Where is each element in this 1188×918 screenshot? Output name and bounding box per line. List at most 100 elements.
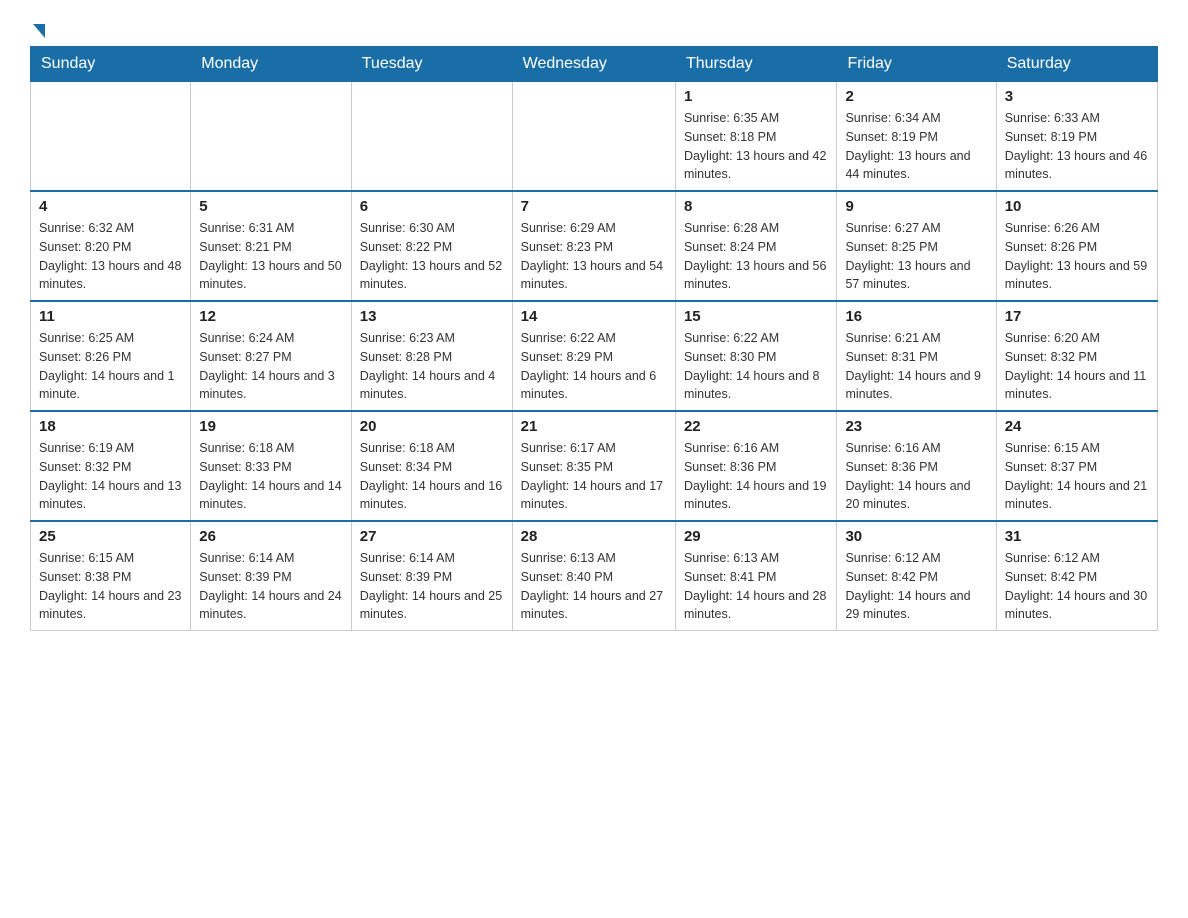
day-info: Sunrise: 6:17 AMSunset: 8:35 PMDaylight:…: [521, 439, 667, 514]
day-number: 7: [521, 198, 667, 215]
day-number: 25: [39, 528, 182, 545]
day-number: 27: [360, 528, 504, 545]
calendar-cell: [31, 82, 191, 192]
day-number: 16: [845, 308, 987, 325]
day-info: Sunrise: 6:13 AMSunset: 8:41 PMDaylight:…: [684, 549, 829, 624]
day-number: 20: [360, 418, 504, 435]
column-header-saturday: Saturday: [996, 47, 1157, 82]
calendar-cell: 28 Sunrise: 6:13 AMSunset: 8:40 PMDayligh…: [512, 521, 675, 631]
logo: [30, 20, 45, 36]
day-number: 17: [1005, 308, 1149, 325]
page-header: [30, 20, 1158, 36]
calendar-cell: 19Sunrise: 6:18 AMSunset: 8:33 PMDayligh…: [191, 411, 352, 521]
calendar-cell: 10Sunrise: 6:26 AMSunset: 8:26 PMDayligh…: [996, 191, 1157, 301]
day-number: 6: [360, 198, 504, 215]
calendar-week-3: 11 Sunrise: 6:25 AMSunset: 8:26 PMDayligh…: [31, 301, 1158, 411]
day-info: Sunrise: 6:14 AMSunset: 8:39 PMDaylight:…: [199, 549, 343, 624]
day-info: Sunrise: 6:34 AMSunset: 8:19 PMDaylight:…: [845, 109, 987, 184]
day-number: 3: [1005, 88, 1149, 105]
calendar-cell: 31 Sunrise: 6:12 AMSunset: 8:42 PMDayligh…: [996, 521, 1157, 631]
calendar-table: SundayMondayTuesdayWednesdayThursdayFrid…: [30, 46, 1158, 631]
column-header-thursday: Thursday: [675, 47, 837, 82]
day-info: Sunrise: 6:25 AMSunset: 8:26 PMDaylight:…: [39, 329, 182, 404]
day-number: 23: [845, 418, 987, 435]
day-info: Sunrise: 6:23 AMSunset: 8:28 PMDaylight:…: [360, 329, 504, 404]
calendar-cell: 22 Sunrise: 6:16 AMSunset: 8:36 PMDayligh…: [675, 411, 837, 521]
day-info: Sunrise: 6:35 AMSunset: 8:18 PMDaylight:…: [684, 109, 829, 184]
day-info: Sunrise: 6:33 AMSunset: 8:19 PMDaylight:…: [1005, 109, 1149, 184]
day-info: Sunrise: 6:15 AMSunset: 8:37 PMDaylight:…: [1005, 439, 1149, 514]
calendar-cell: 18Sunrise: 6:19 AMSunset: 8:32 PMDayligh…: [31, 411, 191, 521]
day-info: Sunrise: 6:30 AMSunset: 8:22 PMDaylight:…: [360, 219, 504, 294]
day-number: 29: [684, 528, 829, 545]
day-number: 30: [845, 528, 987, 545]
calendar-cell: 11 Sunrise: 6:25 AMSunset: 8:26 PMDayligh…: [31, 301, 191, 411]
calendar-cell: 7 Sunrise: 6:29 AMSunset: 8:23 PMDaylight…: [512, 191, 675, 301]
calendar-cell: 13 Sunrise: 6:23 AMSunset: 8:28 PMDayligh…: [351, 301, 512, 411]
day-number: 11: [39, 308, 182, 325]
calendar-cell: 26 Sunrise: 6:14 AMSunset: 8:39 PMDayligh…: [191, 521, 352, 631]
column-header-friday: Friday: [837, 47, 996, 82]
day-info: Sunrise: 6:12 AMSunset: 8:42 PMDaylight:…: [845, 549, 987, 624]
calendar-cell: [191, 82, 352, 192]
calendar-cell: 12Sunrise: 6:24 AMSunset: 8:27 PMDayligh…: [191, 301, 352, 411]
column-header-sunday: Sunday: [31, 47, 191, 82]
calendar-week-5: 25 Sunrise: 6:15 AMSunset: 8:38 PMDayligh…: [31, 521, 1158, 631]
day-number: 26: [199, 528, 343, 545]
day-info: Sunrise: 6:12 AMSunset: 8:42 PMDaylight:…: [1005, 549, 1149, 624]
column-header-tuesday: Tuesday: [351, 47, 512, 82]
day-number: 13: [360, 308, 504, 325]
day-info: Sunrise: 6:28 AMSunset: 8:24 PMDaylight:…: [684, 219, 829, 294]
calendar-cell: 30 Sunrise: 6:12 AMSunset: 8:42 PMDayligh…: [837, 521, 996, 631]
day-number: 31: [1005, 528, 1149, 545]
day-number: 9: [845, 198, 987, 215]
day-info: Sunrise: 6:16 AMSunset: 8:36 PMDaylight:…: [684, 439, 829, 514]
calendar-cell: 21 Sunrise: 6:17 AMSunset: 8:35 PMDayligh…: [512, 411, 675, 521]
calendar-cell: 14 Sunrise: 6:22 AMSunset: 8:29 PMDayligh…: [512, 301, 675, 411]
day-number: 1: [684, 88, 829, 105]
day-info: Sunrise: 6:24 AMSunset: 8:27 PMDaylight:…: [199, 329, 343, 404]
column-header-monday: Monday: [191, 47, 352, 82]
day-number: 2: [845, 88, 987, 105]
day-number: 18: [39, 418, 182, 435]
calendar-cell: 17 Sunrise: 6:20 AMSunset: 8:32 PMDayligh…: [996, 301, 1157, 411]
day-number: 21: [521, 418, 667, 435]
calendar-cell: 23 Sunrise: 6:16 AMSunset: 8:36 PMDayligh…: [837, 411, 996, 521]
day-number: 22: [684, 418, 829, 435]
day-info: Sunrise: 6:18 AMSunset: 8:34 PMDaylight:…: [360, 439, 504, 514]
calendar-cell: 29 Sunrise: 6:13 AMSunset: 8:41 PMDayligh…: [675, 521, 837, 631]
calendar-cell: 16 Sunrise: 6:21 AMSunset: 8:31 PMDayligh…: [837, 301, 996, 411]
calendar-cell: 1 Sunrise: 6:35 AMSunset: 8:18 PMDaylight…: [675, 82, 837, 192]
day-number: 8: [684, 198, 829, 215]
day-info: Sunrise: 6:13 AMSunset: 8:40 PMDaylight:…: [521, 549, 667, 624]
calendar-cell: 20 Sunrise: 6:18 AMSunset: 8:34 PMDayligh…: [351, 411, 512, 521]
day-number: 14: [521, 308, 667, 325]
day-number: 5: [199, 198, 343, 215]
day-info: Sunrise: 6:22 AMSunset: 8:29 PMDaylight:…: [521, 329, 667, 404]
day-number: 10: [1005, 198, 1149, 215]
day-number: 15: [684, 308, 829, 325]
day-info: Sunrise: 6:31 AMSunset: 8:21 PMDaylight:…: [199, 219, 343, 294]
day-number: 24: [1005, 418, 1149, 435]
calendar-cell: 4Sunrise: 6:32 AMSunset: 8:20 PMDaylight…: [31, 191, 191, 301]
day-info: Sunrise: 6:21 AMSunset: 8:31 PMDaylight:…: [845, 329, 987, 404]
day-number: 4: [39, 198, 182, 215]
column-header-wednesday: Wednesday: [512, 47, 675, 82]
day-info: Sunrise: 6:29 AMSunset: 8:23 PMDaylight:…: [521, 219, 667, 294]
calendar-cell: 6 Sunrise: 6:30 AMSunset: 8:22 PMDaylight…: [351, 191, 512, 301]
calendar-cell: 5 Sunrise: 6:31 AMSunset: 8:21 PMDaylight…: [191, 191, 352, 301]
day-info: Sunrise: 6:14 AMSunset: 8:39 PMDaylight:…: [360, 549, 504, 624]
day-info: Sunrise: 6:15 AMSunset: 8:38 PMDaylight:…: [39, 549, 182, 624]
calendar-cell: [512, 82, 675, 192]
day-number: 28: [521, 528, 667, 545]
calendar-cell: 8 Sunrise: 6:28 AMSunset: 8:24 PMDaylight…: [675, 191, 837, 301]
day-info: Sunrise: 6:16 AMSunset: 8:36 PMDaylight:…: [845, 439, 987, 514]
day-info: Sunrise: 6:20 AMSunset: 8:32 PMDaylight:…: [1005, 329, 1149, 404]
calendar-cell: 27 Sunrise: 6:14 AMSunset: 8:39 PMDayligh…: [351, 521, 512, 631]
calendar-cell: 3 Sunrise: 6:33 AMSunset: 8:19 PMDaylight…: [996, 82, 1157, 192]
day-info: Sunrise: 6:18 AMSunset: 8:33 PMDaylight:…: [199, 439, 343, 514]
day-info: Sunrise: 6:22 AMSunset: 8:30 PMDaylight:…: [684, 329, 829, 404]
calendar-cell: 25 Sunrise: 6:15 AMSunset: 8:38 PMDayligh…: [31, 521, 191, 631]
calendar-cell: 9 Sunrise: 6:27 AMSunset: 8:25 PMDaylight…: [837, 191, 996, 301]
day-info: Sunrise: 6:27 AMSunset: 8:25 PMDaylight:…: [845, 219, 987, 294]
